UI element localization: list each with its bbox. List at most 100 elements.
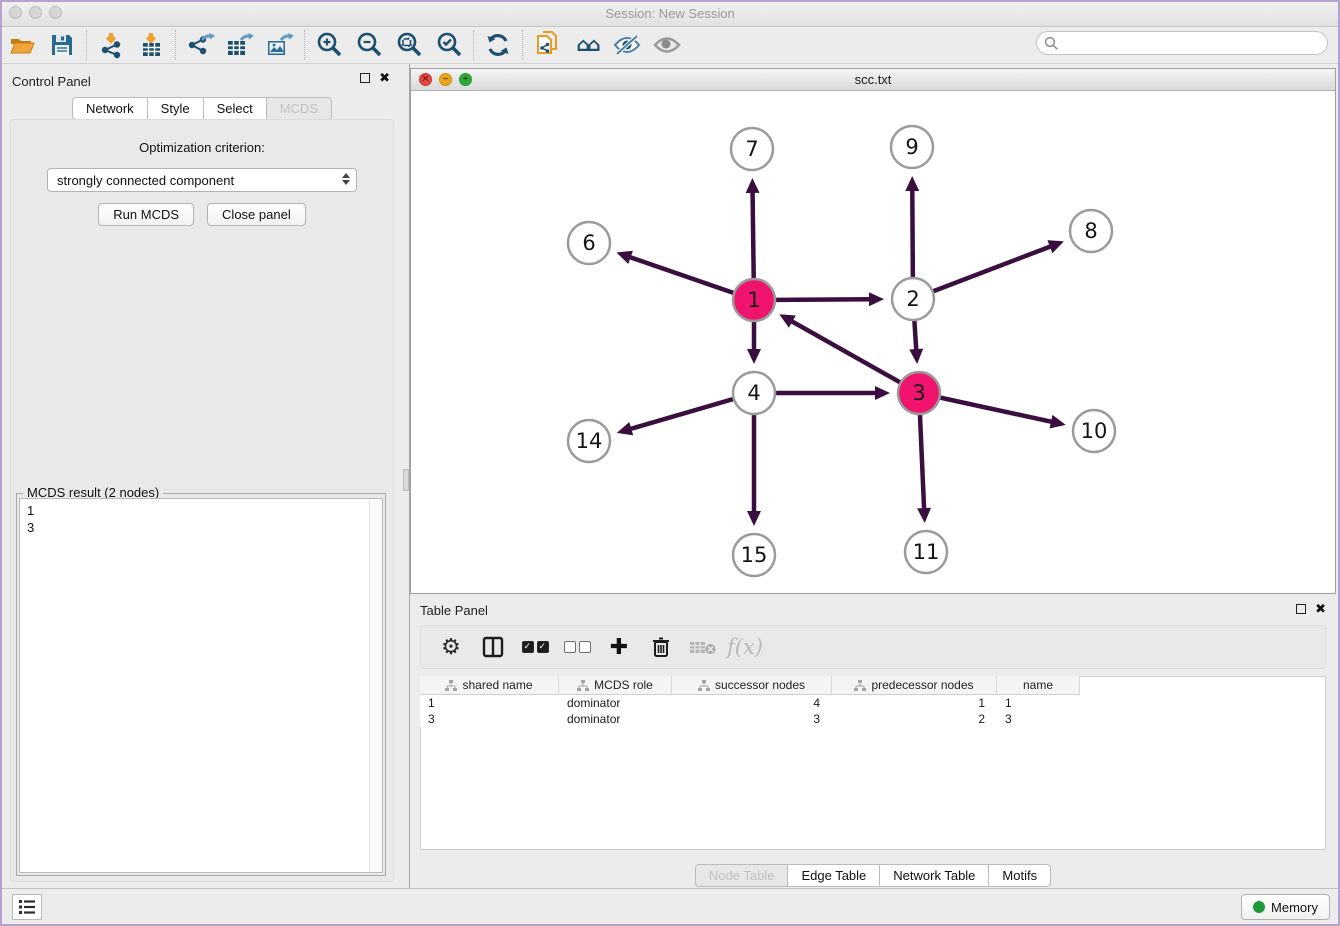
graph-node-15[interactable]: 15 bbox=[733, 534, 775, 576]
cell-predecessor-nodes[interactable]: 1 bbox=[832, 695, 997, 711]
zoom-selected-button[interactable] bbox=[429, 29, 469, 61]
toolbar-separator bbox=[86, 30, 87, 60]
run-mcds-button[interactable]: Run MCDS bbox=[98, 203, 194, 226]
tree-icon bbox=[854, 680, 866, 691]
close-panel-icon[interactable]: ✖ bbox=[379, 73, 390, 83]
memory-button[interactable]: Memory bbox=[1241, 894, 1330, 920]
graph-node-6[interactable]: 6 bbox=[568, 222, 610, 264]
result-scrollbar[interactable] bbox=[369, 499, 382, 872]
graph-node-9[interactable]: 9 bbox=[891, 126, 933, 168]
float-table-panel-icon[interactable] bbox=[1296, 604, 1306, 614]
copy-view-button[interactable] bbox=[527, 29, 567, 61]
splitter-grip[interactable] bbox=[403, 469, 409, 491]
column-header-successor-nodes[interactable]: successor nodes bbox=[672, 676, 832, 695]
mcds-panel: Optimization criterion: strongly connect… bbox=[10, 119, 394, 882]
tab-select[interactable]: Select bbox=[204, 97, 267, 120]
checked-box-icon bbox=[522, 641, 534, 653]
refresh-button[interactable] bbox=[478, 29, 518, 61]
graph-node-4[interactable]: 4 bbox=[733, 372, 775, 414]
cell-successor-nodes[interactable]: 3 bbox=[672, 711, 832, 727]
tab-motifs[interactable]: Motifs bbox=[989, 864, 1051, 887]
graph-node-label: 8 bbox=[1084, 219, 1097, 243]
graph-node-3[interactable]: 3 bbox=[898, 372, 940, 414]
import-table-button[interactable] bbox=[131, 29, 171, 61]
search-icon bbox=[1044, 36, 1059, 51]
graph-node-label: 3 bbox=[912, 381, 925, 405]
tab-node-table[interactable]: Node Table bbox=[695, 864, 789, 887]
float-panel-icon[interactable] bbox=[360, 73, 370, 83]
graph-node-label: 14 bbox=[576, 429, 603, 453]
close-table-panel-icon[interactable]: ✖ bbox=[1315, 604, 1326, 614]
graph-node-14[interactable]: 14 bbox=[568, 420, 610, 462]
status-bar: Memory bbox=[2, 888, 1338, 924]
graph-node-label: 2 bbox=[906, 287, 919, 311]
first-neighbors-button[interactable]: ⌂⌂ bbox=[567, 29, 607, 61]
network-window-titlebar[interactable]: ✕ − + scc.txt bbox=[411, 69, 1335, 91]
search-box[interactable] bbox=[1036, 31, 1328, 55]
export-image-button[interactable] bbox=[260, 29, 300, 61]
tab-mcds[interactable]: MCDS bbox=[267, 97, 332, 120]
mcds-result-textarea[interactable]: 1 3 bbox=[19, 498, 383, 873]
graph-node-label: 7 bbox=[745, 137, 758, 161]
network-view-title: scc.txt bbox=[411, 72, 1335, 87]
table-settings-button[interactable]: ⚙ bbox=[437, 633, 465, 661]
cell-name[interactable]: 1 bbox=[997, 695, 1080, 711]
graph-node-2[interactable]: 2 bbox=[892, 278, 934, 320]
graph-node-label: 11 bbox=[913, 540, 940, 564]
cell-predecessor-nodes[interactable]: 2 bbox=[832, 711, 997, 727]
add-column-button[interactable]: ✚ bbox=[605, 633, 633, 661]
vertical-splitter[interactable] bbox=[402, 64, 410, 892]
control-panel-tabs: Network Style Select MCDS bbox=[2, 97, 402, 120]
cell-mcds-role[interactable]: dominator bbox=[559, 711, 672, 727]
select-all-button[interactable] bbox=[521, 633, 549, 661]
tab-network[interactable]: Network bbox=[72, 97, 148, 120]
zoom-in-button[interactable] bbox=[309, 29, 349, 61]
toolbar-separator bbox=[522, 30, 523, 60]
column-header-predecessor-nodes[interactable]: predecessor nodes bbox=[832, 676, 997, 695]
zoom-fit-button[interactable] bbox=[389, 29, 429, 61]
deselect-all-button[interactable] bbox=[563, 633, 591, 661]
memory-status-icon bbox=[1253, 901, 1265, 913]
task-history-button[interactable] bbox=[12, 894, 42, 920]
export-table-button[interactable] bbox=[220, 29, 260, 61]
tab-edge-table[interactable]: Edge Table bbox=[788, 864, 880, 887]
cell-successor-nodes[interactable]: 4 bbox=[672, 695, 832, 711]
import-network-button[interactable] bbox=[91, 29, 131, 61]
cell-shared-name[interactable]: 3 bbox=[420, 711, 559, 727]
hide-panel-button[interactable] bbox=[607, 29, 647, 61]
column-layout-button[interactable] bbox=[479, 633, 507, 661]
graph-node-7[interactable]: 7 bbox=[731, 128, 773, 170]
eye-icon bbox=[652, 33, 682, 57]
save-session-button[interactable] bbox=[42, 29, 82, 61]
show-eye-button[interactable] bbox=[647, 29, 687, 61]
search-input[interactable] bbox=[1059, 34, 1327, 52]
cell-mcds-role[interactable]: dominator bbox=[559, 695, 672, 711]
zoom-out-button[interactable] bbox=[349, 29, 389, 61]
delete-column-button[interactable] bbox=[647, 633, 675, 661]
open-session-button[interactable] bbox=[2, 29, 42, 61]
function-builder-button: f(x) bbox=[731, 633, 759, 661]
graph-node-11[interactable]: 11 bbox=[905, 531, 947, 573]
table-row[interactable]: 3 dominator 3 2 3 bbox=[420, 711, 1080, 727]
graph-node-1[interactable]: 1 bbox=[733, 279, 775, 321]
table-row[interactable]: 1 dominator 4 1 1 bbox=[420, 695, 1080, 711]
save-floppy-icon bbox=[50, 33, 74, 57]
criterion-select[interactable]: strongly connected component bbox=[47, 168, 357, 192]
graph-node-10[interactable]: 10 bbox=[1073, 410, 1115, 452]
column-header-name[interactable]: name bbox=[997, 676, 1080, 695]
export-network-button[interactable] bbox=[180, 29, 220, 61]
mcds-result-line: 3 bbox=[27, 519, 382, 536]
graph-node-8[interactable]: 8 bbox=[1070, 210, 1112, 252]
delete-table-icon bbox=[689, 638, 717, 656]
graph-node-label: 9 bbox=[905, 135, 918, 159]
tab-style[interactable]: Style bbox=[148, 97, 204, 120]
cell-name[interactable]: 3 bbox=[997, 711, 1080, 727]
column-header-mcds-role[interactable]: MCDS role bbox=[559, 676, 672, 695]
cell-shared-name[interactable]: 1 bbox=[420, 695, 559, 711]
close-panel-button[interactable]: Close panel bbox=[207, 203, 306, 226]
trash-icon bbox=[651, 636, 671, 658]
column-header-shared-name[interactable]: shared name bbox=[420, 676, 559, 695]
toolbar-separator bbox=[304, 30, 305, 60]
network-canvas[interactable]: 7 9 6 8 1 2 4 3 14 10 15 11 bbox=[412, 92, 1336, 594]
tab-network-table[interactable]: Network Table bbox=[880, 864, 989, 887]
